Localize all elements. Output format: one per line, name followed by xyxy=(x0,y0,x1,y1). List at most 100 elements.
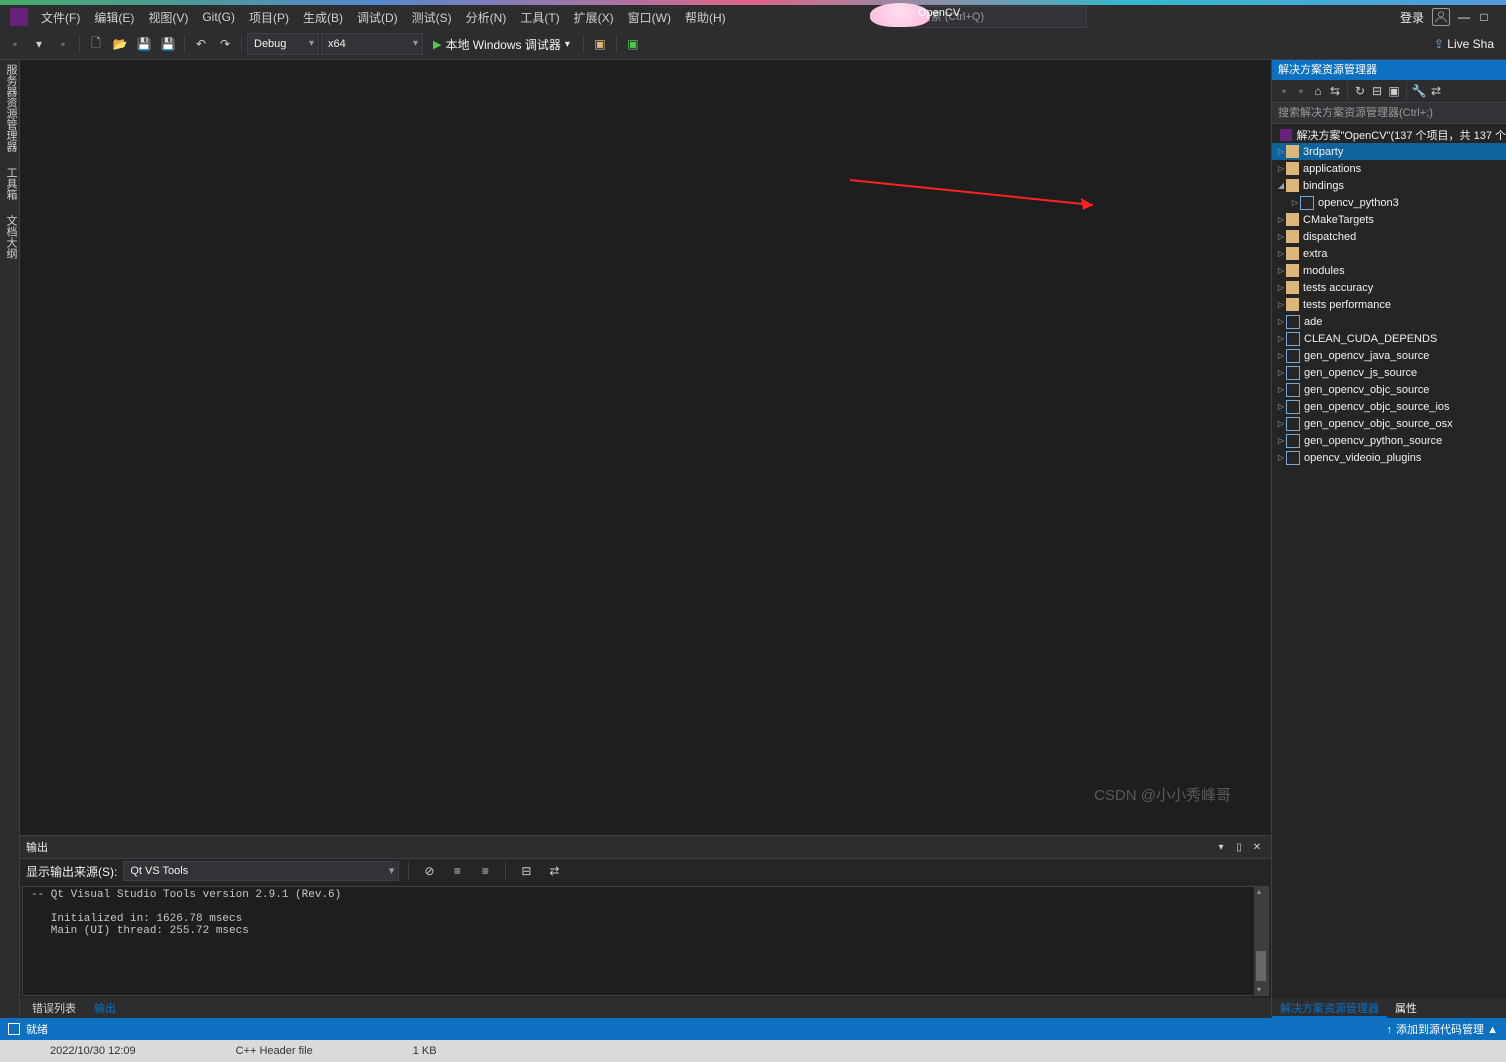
folder-button[interactable]: ▣ xyxy=(589,33,611,55)
tree-item-gen_opencv_objc_source_osx[interactable]: ▷gen_opencv_objc_source_osx xyxy=(1272,415,1506,432)
output-wrap-button[interactable]: ⊟ xyxy=(515,860,537,882)
user-icon[interactable] xyxy=(1432,8,1450,26)
expand-icon[interactable]: ▷ xyxy=(1290,198,1300,207)
sln-back-button[interactable]: ◦ xyxy=(1276,80,1292,102)
expand-icon[interactable]: ▷ xyxy=(1276,147,1286,156)
expand-icon[interactable]: ▷ xyxy=(1276,164,1286,173)
expand-icon[interactable]: ▷ xyxy=(1276,334,1286,343)
nav-fwd2-button[interactable]: ◦ xyxy=(52,33,74,55)
sln-refresh-button[interactable]: ↻ xyxy=(1352,80,1368,102)
solution-tree[interactable]: 解决方案"OpenCV"(137 个项目，共 137 个 ▷3rdparty▷a… xyxy=(1272,124,1506,998)
output-clear-button[interactable]: ⊘ xyxy=(418,860,440,882)
expand-icon[interactable]: ▷ xyxy=(1276,317,1286,326)
rail-server-explorer[interactable]: 服务器资源管理器 xyxy=(3,64,19,152)
tab-errorlist[interactable]: 错误列表 xyxy=(24,998,84,1018)
menu-file[interactable]: 文件(F) xyxy=(34,7,87,28)
tree-item-dispatched[interactable]: ▷dispatched xyxy=(1272,228,1506,245)
sln-collapse-button[interactable]: ⊟ xyxy=(1369,80,1385,102)
tree-item-bindings[interactable]: ◢bindings xyxy=(1272,177,1506,194)
tree-item-gen_opencv_objc_source_ios[interactable]: ▷gen_opencv_objc_source_ios xyxy=(1272,398,1506,415)
menu-git[interactable]: Git(G) xyxy=(195,8,242,26)
expand-icon[interactable]: ▷ xyxy=(1276,436,1286,445)
output-text[interactable]: -- Qt Visual Studio Tools version 2.9.1 … xyxy=(22,886,1269,996)
expand-icon[interactable]: ▷ xyxy=(1276,419,1286,428)
tree-item-gen_opencv_java_source[interactable]: ▷gen_opencv_java_source xyxy=(1272,347,1506,364)
sln-fwd-button[interactable]: ◦ xyxy=(1293,80,1309,102)
tree-item-gen_opencv_python_source[interactable]: ▷gen_opencv_python_source xyxy=(1272,432,1506,449)
tree-item-extra[interactable]: ▷extra xyxy=(1272,245,1506,262)
sln-sync-button[interactable]: ⇆ xyxy=(1327,80,1343,102)
output-pin-button[interactable]: ▯ xyxy=(1231,836,1247,858)
output-scroll-button[interactable]: ⇄ xyxy=(543,860,565,882)
expand-icon[interactable]: ▷ xyxy=(1276,283,1286,292)
output-scrollbar[interactable]: ▴ ▾ xyxy=(1254,887,1268,995)
expand-icon[interactable]: ◢ xyxy=(1276,181,1286,190)
output-source-dropdown[interactable]: Qt VS Tools xyxy=(123,861,399,881)
maximize-button[interactable]: □ xyxy=(1478,10,1490,24)
rail-toolbox[interactable]: 工具箱 xyxy=(3,167,19,200)
tree-item-CLEAN_CUDA_DEPENDS[interactable]: ▷CLEAN_CUDA_DEPENDS xyxy=(1272,330,1506,347)
tree-item-ade[interactable]: ▷ade xyxy=(1272,313,1506,330)
nav-back-button[interactable]: ◦ xyxy=(4,33,26,55)
solution-search-input[interactable]: 搜索解决方案资源管理器(Ctrl+;) xyxy=(1272,103,1506,124)
menu-project[interactable]: 项目(P) xyxy=(242,7,296,28)
tree-item-opencv_python3[interactable]: ▷opencv_python3 xyxy=(1272,194,1506,211)
qt-button[interactable]: ▣ xyxy=(622,33,644,55)
expand-icon[interactable]: ▷ xyxy=(1276,385,1286,394)
expand-icon[interactable]: ▷ xyxy=(1276,249,1286,258)
rail-doc-outline[interactable]: 文档大纲 xyxy=(3,215,19,259)
expand-icon[interactable]: ▷ xyxy=(1276,266,1286,275)
menu-analyze[interactable]: 分析(N) xyxy=(459,7,514,28)
save-button[interactable]: 💾 xyxy=(133,33,155,55)
platform-dropdown[interactable]: x64 xyxy=(321,33,423,55)
menu-extensions[interactable]: 扩展(X) xyxy=(567,7,621,28)
expand-icon[interactable]: ▷ xyxy=(1276,300,1286,309)
save-all-button[interactable]: 💾 xyxy=(157,33,179,55)
scrollbar-thumb[interactable] xyxy=(1256,951,1266,981)
source-control-button[interactable]: ↑添加到源代码管理 ▲ xyxy=(1387,1021,1498,1037)
menu-tools[interactable]: 工具(T) xyxy=(513,7,566,28)
sln-showall-button[interactable]: ▣ xyxy=(1386,80,1402,102)
expand-icon[interactable]: ▷ xyxy=(1276,215,1286,224)
menu-debug[interactable]: 调试(D) xyxy=(350,7,405,28)
tab-output[interactable]: 输出 xyxy=(86,998,124,1020)
nav-fwd-button[interactable]: ▾ xyxy=(28,33,50,55)
run-debugger-button[interactable]: ▶ 本地 Windows 调试器 ▾ xyxy=(425,33,578,55)
open-button[interactable]: 📂 xyxy=(109,33,131,55)
output-close-button[interactable]: ✕ xyxy=(1249,836,1265,858)
tab-properties[interactable]: 属性 xyxy=(1387,998,1425,1018)
redo-button[interactable]: ↷ xyxy=(214,33,236,55)
minimize-button[interactable]: — xyxy=(1458,10,1470,24)
menu-edit[interactable]: 编辑(E) xyxy=(87,7,141,28)
menu-test[interactable]: 测试(S) xyxy=(405,7,459,28)
output-indent-button[interactable]: ≡ xyxy=(446,860,468,882)
expand-icon[interactable]: ▷ xyxy=(1276,368,1286,377)
tree-item-gen_opencv_js_source[interactable]: ▷gen_opencv_js_source xyxy=(1272,364,1506,381)
menu-view[interactable]: 视图(V) xyxy=(141,7,195,28)
output-dropdown-icon[interactable]: ▾ xyxy=(1213,836,1229,858)
tree-item-3rdparty[interactable]: ▷3rdparty xyxy=(1272,143,1506,160)
tree-item-tests-accuracy[interactable]: ▷tests accuracy xyxy=(1272,279,1506,296)
menu-help[interactable]: 帮助(H) xyxy=(678,7,733,28)
tab-solution-explorer[interactable]: 解决方案资源管理器 xyxy=(1272,998,1387,1018)
config-dropdown[interactable]: Debug xyxy=(247,33,319,55)
tree-item-gen_opencv_objc_source[interactable]: ▷gen_opencv_objc_source xyxy=(1272,381,1506,398)
expand-icon[interactable]: ▷ xyxy=(1276,453,1286,462)
tree-item-tests-performance[interactable]: ▷tests performance xyxy=(1272,296,1506,313)
sln-wrench-icon[interactable]: 🔧 xyxy=(1411,80,1427,102)
new-button[interactable]: 🗋 xyxy=(85,33,107,55)
expand-icon[interactable]: ▷ xyxy=(1276,232,1286,241)
expand-icon[interactable]: ▷ xyxy=(1276,402,1286,411)
sln-switch-button[interactable]: ⇄ xyxy=(1428,80,1444,102)
tree-item-modules[interactable]: ▷modules xyxy=(1272,262,1506,279)
live-share-button[interactable]: ⇪ Live Sha xyxy=(1426,37,1502,51)
solution-root[interactable]: 解决方案"OpenCV"(137 个项目，共 137 个 xyxy=(1272,126,1506,143)
undo-button[interactable]: ↶ xyxy=(190,33,212,55)
login-button[interactable]: 登录 xyxy=(1400,9,1424,26)
output-outdent-button[interactable]: ≡ xyxy=(474,860,496,882)
expand-icon[interactable]: ▷ xyxy=(1276,351,1286,360)
tree-item-applications[interactable]: ▷applications xyxy=(1272,160,1506,177)
sln-home-button[interactable]: ⌂ xyxy=(1310,80,1326,102)
menu-build[interactable]: 生成(B) xyxy=(296,7,350,28)
tree-item-opencv_videoio_plugins[interactable]: ▷opencv_videoio_plugins xyxy=(1272,449,1506,466)
